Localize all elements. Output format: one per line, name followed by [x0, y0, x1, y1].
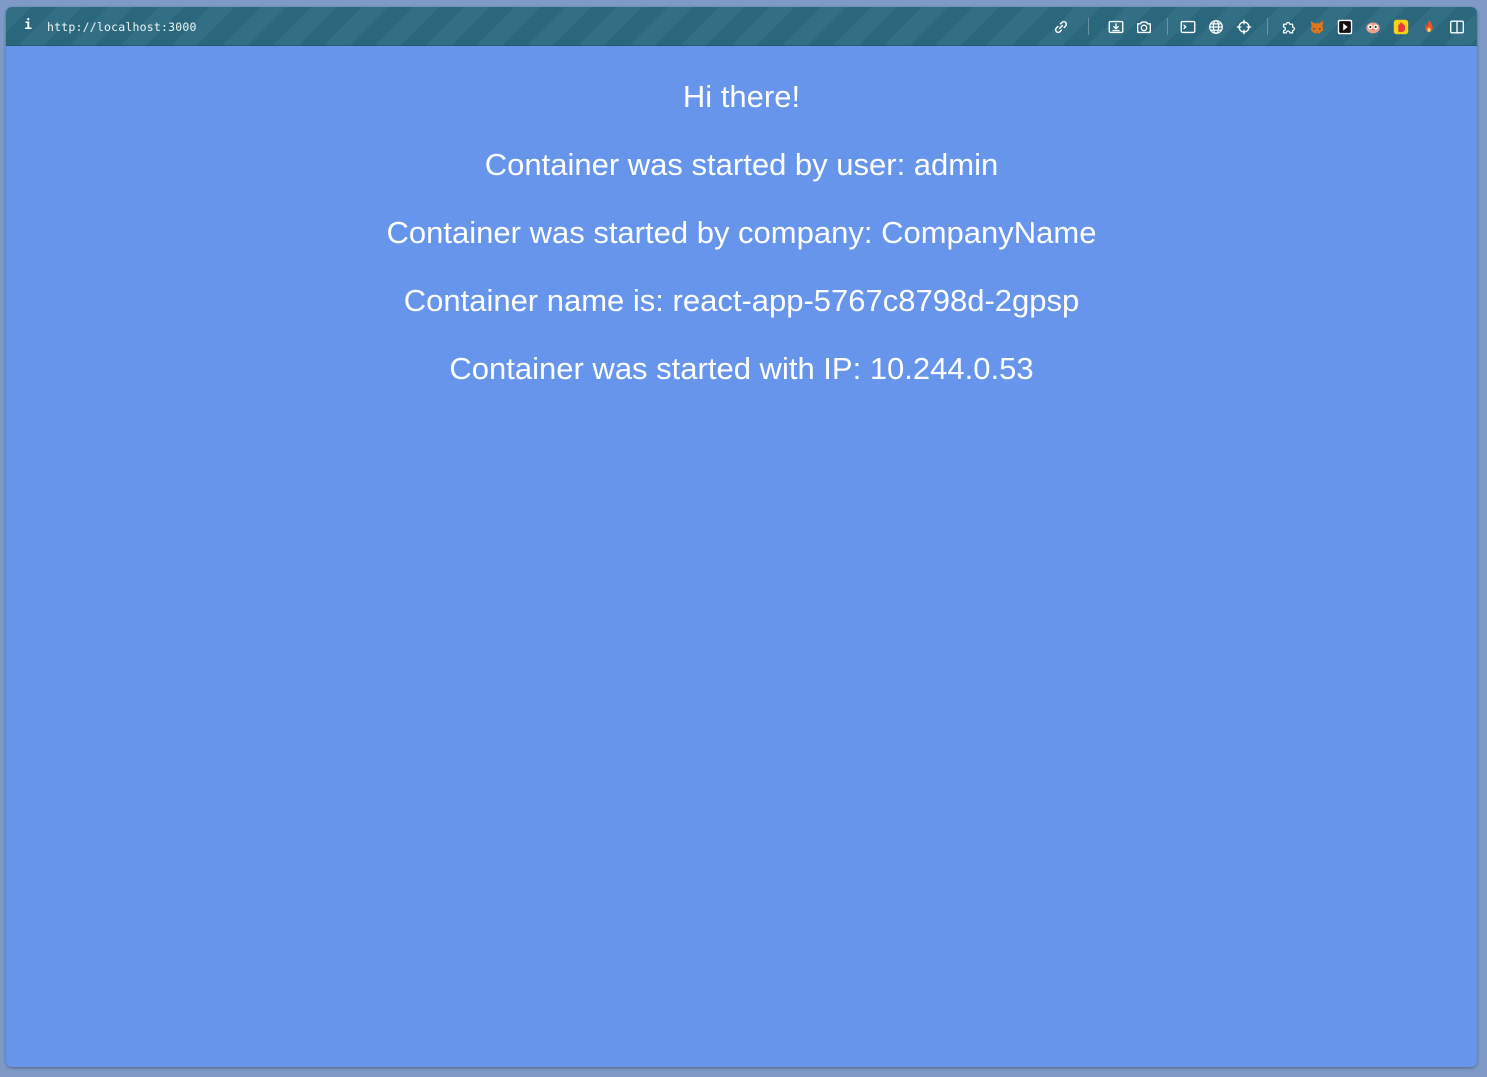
puzzle-icon[interactable] — [1279, 17, 1299, 37]
greeting-text: Hi there! — [682, 79, 801, 114]
toolbar-separator — [1088, 18, 1089, 35]
address-bar-url[interactable]: http://localhost:3000 — [47, 18, 197, 36]
owl-extension-icon[interactable] — [1363, 17, 1383, 37]
toolbar-separator — [1267, 18, 1268, 35]
sidebar-icon[interactable] — [1447, 17, 1467, 37]
camera-icon[interactable] — [1134, 17, 1154, 37]
fox-extension-icon[interactable] — [1307, 17, 1327, 37]
info-icon[interactable]: i — [20, 17, 36, 35]
flame-extension-icon[interactable] — [1419, 17, 1439, 37]
hand-extension-icon[interactable] — [1391, 17, 1411, 37]
link-icon[interactable] — [1051, 17, 1071, 37]
container-name-text: Container name is: react-app-5767c8798d-… — [403, 283, 1080, 318]
dark-extension-icon[interactable] — [1335, 17, 1355, 37]
page-content: Hi there! Container was started by user:… — [6, 46, 1477, 1067]
container-ip-text: Container was started with IP: 10.244.0.… — [449, 351, 1034, 386]
crosshair-icon[interactable] — [1234, 17, 1254, 37]
globe-icon[interactable] — [1206, 17, 1226, 37]
user-info-text: Container was started by user: admin — [484, 147, 999, 182]
company-info-text: Container was started by company: Compan… — [386, 215, 1097, 250]
toolbar-separator — [1167, 18, 1168, 35]
browser-window: i http://localhost:3000 Hi there! Contai… — [6, 7, 1477, 1067]
browser-toolbar: i http://localhost:3000 — [6, 7, 1477, 46]
terminal-icon[interactable] — [1178, 17, 1198, 37]
save-page-icon[interactable] — [1106, 17, 1126, 37]
